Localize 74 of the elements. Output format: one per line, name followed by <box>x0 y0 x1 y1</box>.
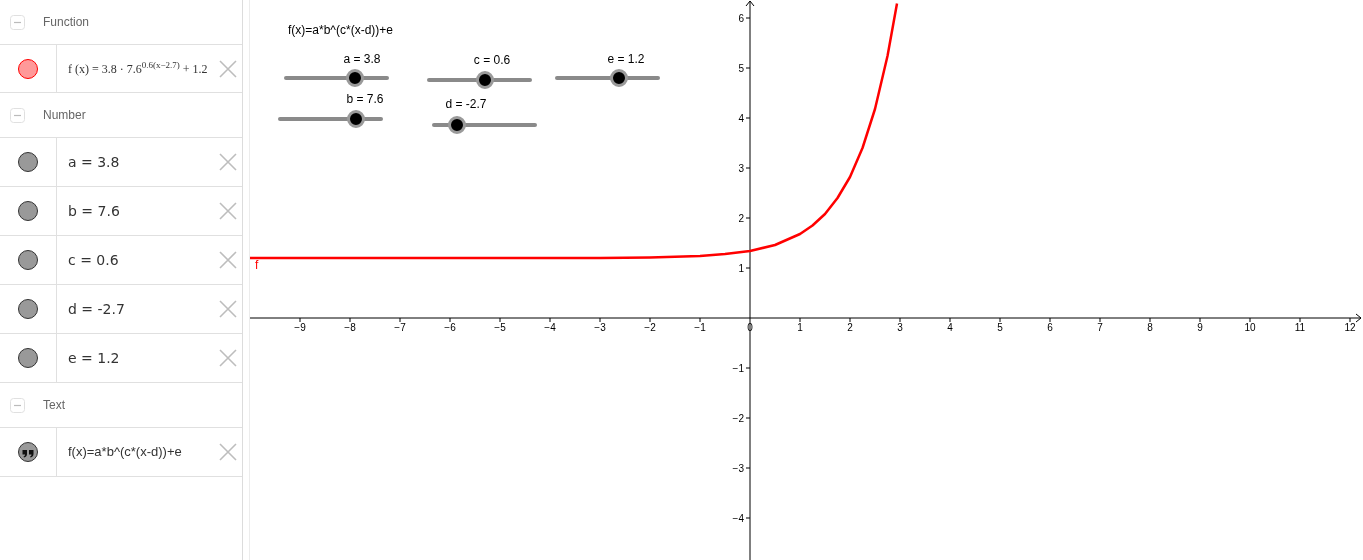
tick-label: −6 <box>444 322 456 333</box>
algebra-row[interactable]: a = 3.8 <box>0 138 242 187</box>
group-title: Number <box>43 107 86 124</box>
slider-thumb[interactable] <box>346 110 365 128</box>
tick-label: 5 <box>738 63 744 74</box>
slider-label: a = 3.8 <box>343 51 381 68</box>
tick-label: 4 <box>947 322 953 333</box>
tick-label: 12 <box>1344 322 1356 333</box>
tick-label: 5 <box>997 322 1003 333</box>
tick-label: 10 <box>1244 322 1256 333</box>
algebra-row[interactable]: f (x) = 3.8 · 7.6$^{0.6(x−2.7)}$ + 1.2 <box>0 45 242 93</box>
slider[interactable] <box>284 69 389 87</box>
tick-label: 3 <box>738 163 744 174</box>
tick-label: −4 <box>544 322 556 333</box>
tick-label: 6 <box>1047 322 1053 333</box>
formula-text[interactable]: f(x)=a*b^(c*(x-d))+e <box>288 21 393 39</box>
algebra-row[interactable]: e = 1.2 <box>0 334 242 383</box>
quote-icon[interactable] <box>18 442 38 462</box>
group-title: Text <box>43 397 65 414</box>
slider-thumb[interactable] <box>448 116 467 134</box>
visibility-toggle[interactable] <box>18 250 38 270</box>
tick-label: −1 <box>732 363 744 374</box>
algebra-entry: a = 3.8 <box>68 152 120 172</box>
tick-label: −5 <box>494 322 506 333</box>
algebra-entry: c = 0.6 <box>68 250 119 270</box>
tick-label: 3 <box>897 322 903 333</box>
slider[interactable] <box>278 110 383 128</box>
algebra-entry: e = 1.2 <box>68 348 120 368</box>
visibility-toggle[interactable] <box>18 58 38 79</box>
slider-label: d = -2.7 <box>445 96 487 113</box>
tick-label: −9 <box>294 322 306 333</box>
tick-label: −2 <box>644 322 656 333</box>
tick-label: 1 <box>738 263 744 274</box>
algebra-entry: f(x)=a*b^(c*(x-d))+e <box>68 443 182 462</box>
visibility-toggle[interactable] <box>18 201 38 221</box>
slider-thumb[interactable] <box>610 69 629 87</box>
tick-label: 6 <box>738 13 744 24</box>
tick-label: 8 <box>1147 322 1153 333</box>
slider-thumb[interactable] <box>475 71 494 89</box>
slider[interactable] <box>432 116 537 134</box>
tick-label: 1 <box>797 322 803 333</box>
slider-thumb[interactable] <box>346 69 365 87</box>
curve-label: f <box>255 257 259 274</box>
tick-label: 11 <box>1294 322 1306 333</box>
algebra-entry: b = 7.6 <box>68 201 120 221</box>
group-title: Function <box>43 14 90 31</box>
visibility-toggle[interactable] <box>18 299 38 319</box>
algebra-row[interactable]: d = -2.7 <box>0 285 242 334</box>
slider-label: e = 1.2 <box>607 51 645 68</box>
tick-label: 7 <box>1097 322 1103 333</box>
tick-label: 0 <box>747 322 753 333</box>
tick-label: 4 <box>738 113 744 124</box>
slider-label: c = 0.6 <box>473 52 511 69</box>
tick-label: −8 <box>344 322 356 333</box>
tick-label: −1 <box>694 322 706 333</box>
tick-label: −4 <box>732 513 744 524</box>
algebra-entry: d = -2.7 <box>68 299 125 319</box>
algebra-row[interactable]: f(x)=a*b^(c*(x-d))+e <box>0 428 242 477</box>
slider[interactable] <box>427 71 532 89</box>
slider[interactable] <box>555 69 660 87</box>
tick-label: 9 <box>1197 322 1203 333</box>
tick-label: 2 <box>738 213 744 224</box>
slider-label: b = 7.6 <box>346 91 384 108</box>
function-curve[interactable] <box>250 3 899 260</box>
tick-label: −3 <box>594 322 606 333</box>
tick-label: −7 <box>394 322 406 333</box>
tick-label: −2 <box>732 413 744 424</box>
visibility-toggle[interactable] <box>18 348 38 368</box>
algebra-row[interactable]: c = 0.6 <box>0 236 242 285</box>
tick-label: 2 <box>847 322 853 333</box>
tick-label: −3 <box>732 463 744 474</box>
algebra-entry: f (x) = 3.8 · 7.6$^{0.6(x−2.7)}$ + 1.2 <box>68 59 208 78</box>
algebra-row[interactable]: b = 7.6 <box>0 187 242 236</box>
visibility-toggle[interactable] <box>18 152 38 172</box>
